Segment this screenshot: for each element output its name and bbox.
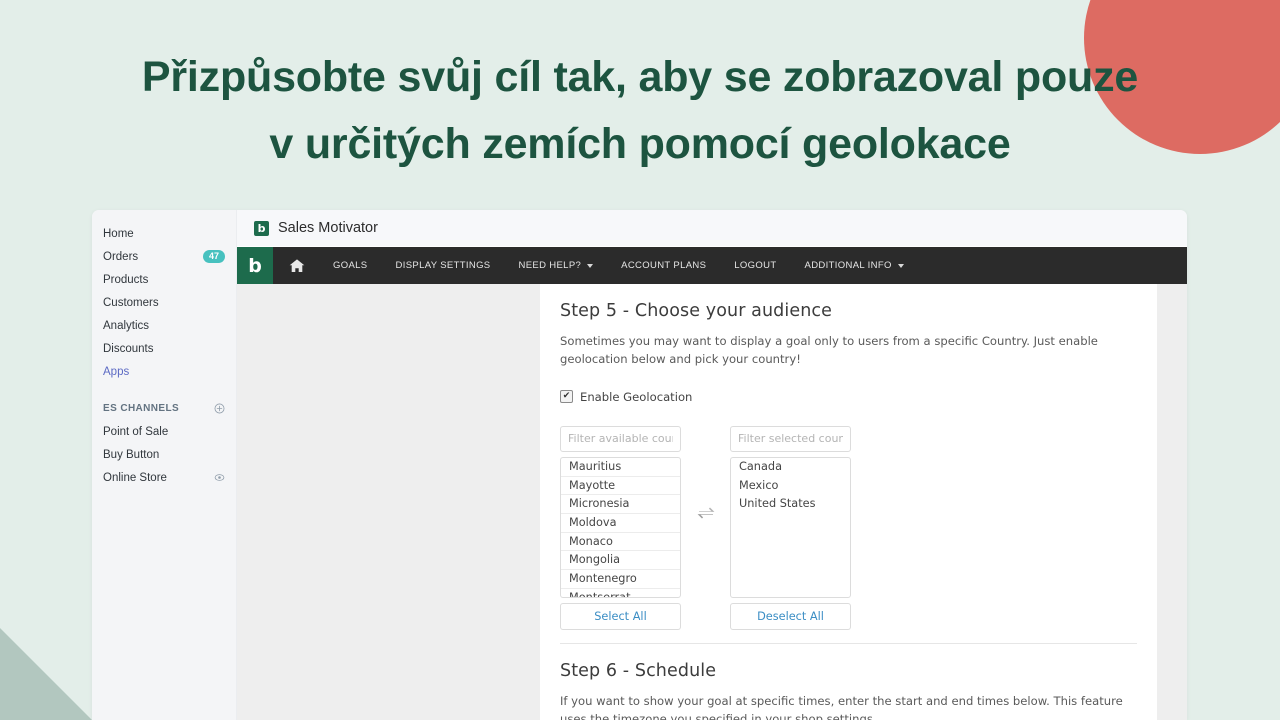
enable-geolocation-row[interactable]: ✔ Enable Geolocation [560,390,1137,404]
enable-geolocation-checkbox[interactable]: ✔ [560,390,573,404]
navbar-item-label: DISPLAY SETTINGS [395,260,491,271]
app-title: Sales Motivator [278,220,378,236]
list-item[interactable]: Mauritius [561,458,680,477]
sidebar-item-analytics[interactable]: Analytics [92,314,236,337]
list-item[interactable]: Mayotte [561,477,680,496]
sidebar-item-label: Products [103,273,149,286]
available-countries-column: Mauritius Mayotte Micronesia Moldova Mon… [560,425,681,630]
selected-countries-filter-input[interactable] [730,425,851,452]
navbar-item-goals[interactable]: GOALS [319,247,382,284]
deselect-all-button[interactable]: Deselect All [730,602,851,630]
navbar-item-display-settings[interactable]: DISPLAY SETTINGS [382,247,505,284]
sidebar-item-home[interactable]: Home [92,222,236,245]
home-icon[interactable] [273,247,319,284]
list-item[interactable]: Montenegro [561,570,680,589]
right-gutter [1157,284,1187,720]
list-item[interactable]: Moldova [561,514,680,533]
swap-arrows-icon[interactable] [681,426,730,601]
sidebar-item-label: Apps [103,365,130,378]
decorative-triangle [0,628,92,720]
sidebar-section-sales-channels: ES CHANNELS [92,397,236,420]
navbar-brand-icon[interactable]: b [237,247,273,284]
sidebar-item-buy-button[interactable]: Buy Button [92,443,236,466]
sidebar-section-label: ES CHANNELS [103,403,180,414]
step6-section: Step 6 - Schedule If you want to show yo… [560,642,1137,720]
browser-window: Home Orders 47 Products Customers Analyt… [92,210,1187,720]
app-frame: b Sales Motivator b GOALS DISPLAY SETTIN… [237,210,1187,720]
left-gutter [237,284,540,720]
headline-line-1: Přizpůsobte svůj cíl tak, aby se zobrazo… [141,53,1139,101]
sidebar-item-label: Buy Button [103,448,160,461]
navbar-item-label: NEED HELP? [518,260,582,271]
list-item[interactable]: Monaco [561,533,680,552]
plus-circle-icon[interactable] [214,403,225,414]
selected-countries-list[interactable]: Canada Mexico United States [730,456,851,598]
navbar-item-label: GOALS [333,260,368,271]
step6-description: If you want to show your goal at specifi… [560,693,1123,720]
shop-sidebar: Home Orders 47 Products Customers Analyt… [92,210,237,720]
orders-count-badge: 47 [202,250,225,263]
settings-card: Step 5 - Choose your audience Sometimes … [540,284,1157,720]
sidebar-item-label: Analytics [103,319,150,332]
step5-title: Step 5 - Choose your audience [560,301,832,321]
sidebar-item-label: Customers [103,296,159,309]
chevron-down-icon [587,263,594,268]
navbar-item-need-help[interactable]: NEED HELP? [505,247,608,284]
list-item[interactable]: Micronesia [561,495,680,514]
step5-description: Sometimes you may want to display a goal… [560,334,1098,366]
select-all-button[interactable]: Select All [560,602,681,630]
sidebar-item-products[interactable]: Products [92,268,236,291]
available-countries-list[interactable]: Mauritius Mayotte Micronesia Moldova Mon… [560,456,681,598]
navbar-item-logout[interactable]: LOGOUT [720,247,790,284]
poster-stage: Přizpůsobte svůj cíl tak, aby se zobrazo… [0,0,1280,720]
sidebar-item-label: Discounts [103,342,154,355]
headline-line-2: v určitých zemích pomocí geolokace [269,119,1011,168]
step6-title: Step 6 - Schedule [560,660,717,681]
available-countries-filter-input[interactable] [560,425,681,452]
sidebar-item-online-store[interactable]: Online Store [92,466,236,489]
app-titlebar: b Sales Motivator [237,210,1187,247]
list-item[interactable]: Mexico [731,477,850,496]
navbar-item-account-plans[interactable]: ACCOUNT PLANS [607,247,720,284]
chevron-down-icon [897,263,904,268]
app-navbar: b GOALS DISPLAY SETTINGS NEED HELP? ACCO… [237,247,1187,284]
navbar-item-label: LOGOUT [734,260,777,271]
list-item[interactable]: United States [731,495,850,514]
sidebar-item-discounts[interactable]: Discounts [92,337,236,360]
app-body: Step 5 - Choose your audience Sometimes … [237,284,1187,720]
sidebar-item-label: Point of Sale [103,425,169,438]
enable-geolocation-label: Enable Geolocation [580,389,693,404]
app-logo-icon: b [254,220,269,236]
navbar-item-additional-info[interactable]: ADDITIONAL INFO [791,247,918,284]
sidebar-item-label: Orders [103,250,139,263]
sidebar-item-apps[interactable]: Apps [92,360,236,383]
list-item[interactable]: Montserrat [561,589,680,597]
page-headline: Přizpůsobte svůj cíl tak, aby se zobrazo… [0,44,1280,177]
navbar-item-label: ACCOUNT PLANS [621,260,707,271]
sidebar-item-label: Home [103,227,134,240]
sidebar-item-customers[interactable]: Customers [92,291,236,314]
sidebar-item-point-of-sale[interactable]: Point of Sale [92,420,236,443]
selected-countries-column: Canada Mexico United States Deselect All [730,425,851,630]
sidebar-item-label: Online Store [103,471,167,484]
navbar-item-label: ADDITIONAL INFO [804,260,892,271]
list-item[interactable]: Canada [731,458,850,477]
sidebar-item-orders[interactable]: Orders 47 [92,245,236,268]
list-item[interactable]: Mongolia [561,551,680,571]
eye-icon[interactable] [214,472,225,483]
country-dual-list: Mauritius Mayotte Micronesia Moldova Mon… [560,425,1137,630]
step5-section: Step 5 - Choose your audience Sometimes … [560,284,1137,630]
